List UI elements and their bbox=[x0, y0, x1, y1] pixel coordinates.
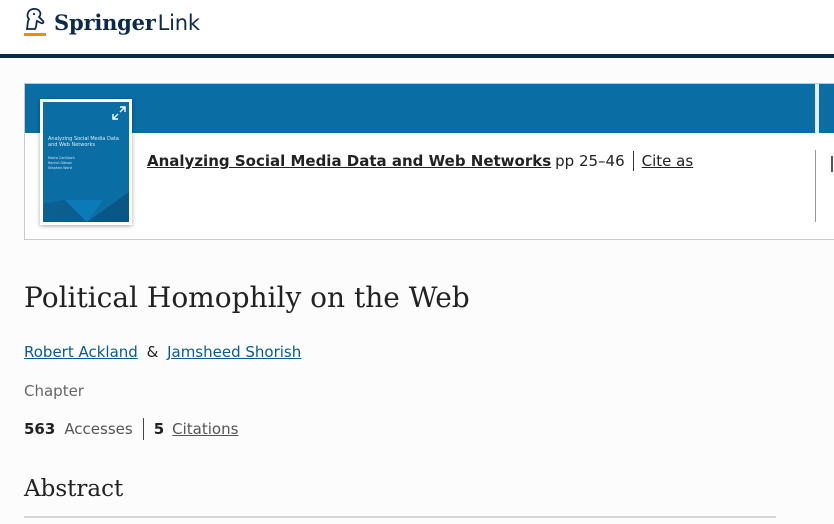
divider bbox=[632, 151, 634, 171]
header-divider bbox=[0, 54, 834, 58]
book-card-banner bbox=[25, 84, 815, 133]
content-type-label: Chapter bbox=[24, 382, 84, 400]
site-header: SpringerLink bbox=[0, 0, 834, 54]
book-cover-image[interactable]: Analyzing Social Media Data and Web Netw… bbox=[40, 99, 132, 225]
metrics-divider bbox=[142, 418, 144, 440]
accesses-label: Accesses bbox=[64, 420, 133, 438]
chapter-title: Political Homophily on the Web bbox=[24, 281, 470, 314]
springerlink-logo[interactable]: SpringerLink bbox=[22, 7, 200, 39]
author-link[interactable]: Jamsheed Shorish bbox=[167, 343, 301, 361]
cover-title: Analyzing Social Media Data and Web Netw… bbox=[48, 136, 119, 148]
banner-right bbox=[819, 84, 834, 133]
cover-editor: Stephen Ward bbox=[48, 165, 72, 170]
cite-as-link[interactable]: Cite as bbox=[642, 152, 694, 170]
springer-horse-icon bbox=[22, 7, 48, 39]
accesses-count: 563 bbox=[24, 420, 56, 438]
book-info-card: Analyzing Social Media Data and Web Netw… bbox=[24, 83, 834, 240]
author-separator: & bbox=[146, 343, 159, 361]
citations-count: 5 bbox=[153, 420, 165, 438]
cover-editors: Marta Cantijoch Rachel Gibson Stephen Wa… bbox=[48, 156, 118, 170]
author-link[interactable]: Robert Ackland bbox=[24, 343, 138, 361]
card-column-divider bbox=[815, 150, 816, 222]
cover-pattern bbox=[43, 192, 129, 222]
logo-brand: Springer bbox=[54, 10, 156, 35]
article-metrics: 563 Accesses 5 Citations bbox=[24, 418, 238, 440]
book-title-link[interactable]: Analyzing Social Media Data and Web Netw… bbox=[147, 152, 551, 170]
logo-suffix: Link bbox=[157, 11, 200, 35]
abstract-divider bbox=[24, 516, 776, 518]
citations-link[interactable]: Citations bbox=[172, 420, 238, 438]
logo-wordmark: SpringerLink bbox=[54, 12, 200, 34]
author-list: Robert Ackland & Jamsheed Shorish bbox=[24, 343, 301, 361]
book-citation-line: Analyzing Social Media Data and Web Netw… bbox=[147, 151, 693, 171]
page-range: pp 25–46 bbox=[555, 152, 625, 170]
expand-icon[interactable] bbox=[112, 105, 126, 120]
abstract-heading: Abstract bbox=[24, 476, 124, 502]
